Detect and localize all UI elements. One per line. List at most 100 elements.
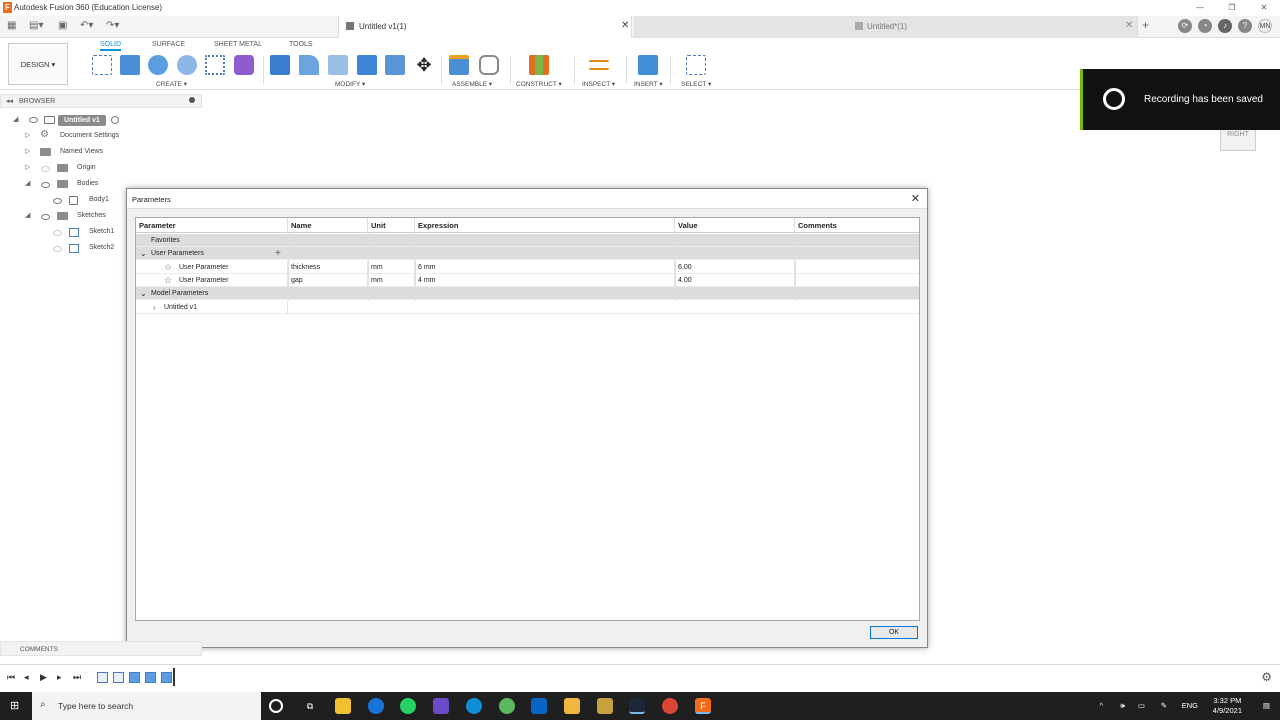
pen-icon[interactable]: ✎: [1161, 701, 1167, 710]
combine-icon[interactable]: [357, 55, 377, 75]
skype-icon[interactable]: [368, 698, 384, 714]
star-icon[interactable]: ☆: [164, 261, 172, 274]
task-view-icon[interactable]: ⧉: [302, 698, 318, 714]
timeline-marker[interactable]: [173, 668, 175, 686]
revolve-icon[interactable]: [148, 55, 168, 75]
volume-icon[interactable]: 🕪: [1120, 701, 1125, 711]
activate-icon[interactable]: [111, 116, 119, 124]
help-icon[interactable]: ?: [1238, 19, 1252, 33]
job-status-icon[interactable]: ◔: [1198, 19, 1212, 33]
browser-item-body1[interactable]: Body1: [89, 193, 109, 207]
minimize-button[interactable]: —: [1184, 0, 1216, 15]
column-header-name[interactable]: Name: [288, 218, 368, 233]
whatsapp-icon[interactable]: [400, 698, 416, 714]
fusion-360-taskbar-icon[interactable]: F: [695, 698, 711, 714]
save-icon[interactable]: ▣: [58, 20, 67, 31]
onenote-icon[interactable]: [597, 698, 613, 714]
table-row[interactable]: › Untitled v1: [136, 301, 919, 314]
dialog-title-bar[interactable]: Parameters ✕: [127, 189, 927, 209]
expand-icon[interactable]: ▷: [25, 131, 30, 139]
construct-menu[interactable]: CONSTRUCT ▾: [516, 80, 562, 88]
parameter-unit[interactable]: mm: [371, 261, 415, 274]
expand-icon[interactable]: ◢: [13, 115, 18, 123]
column-header-comments[interactable]: Comments: [795, 218, 919, 233]
press-pull-icon[interactable]: [270, 55, 290, 75]
go-to-start-icon[interactable]: ⏮: [7, 672, 15, 683]
model-parameters-row[interactable]: ⌄ Model Parameters: [136, 287, 919, 300]
visibility-icon[interactable]: [29, 117, 38, 123]
tab-untitled-v1[interactable]: Untitled v1(1) ✕: [338, 16, 632, 38]
browser-root-item[interactable]: Untitled v1: [58, 115, 106, 126]
parameter-name[interactable]: thickness: [291, 261, 368, 274]
timeline-sketch-icon[interactable]: [113, 672, 124, 683]
expand-icon[interactable]: ◢: [25, 179, 30, 187]
visual-studio-icon[interactable]: [433, 698, 449, 714]
star-icon[interactable]: ☆: [164, 274, 172, 287]
ok-button[interactable]: OK: [870, 626, 918, 639]
file-explorer-icon[interactable]: [564, 698, 580, 714]
inspect-menu[interactable]: INSPECT ▾: [582, 80, 615, 88]
expand-icon[interactable]: ◢: [25, 211, 30, 219]
undo-icon[interactable]: ↶▾: [80, 20, 93, 31]
browser-item-document-settings[interactable]: Document Settings: [60, 129, 119, 143]
cortana-icon[interactable]: [269, 699, 283, 713]
expand-icon[interactable]: ▷: [25, 163, 30, 171]
timeline-extrude-icon[interactable]: [129, 672, 140, 683]
user-avatar[interactable]: MN: [1258, 19, 1272, 33]
visibility-icon[interactable]: [41, 214, 50, 220]
window-select-icon[interactable]: [686, 55, 706, 75]
expand-icon[interactable]: ▷: [25, 147, 30, 155]
browser-item-bodies[interactable]: Bodies: [77, 177, 98, 191]
language-indicator[interactable]: ENG: [1182, 701, 1198, 710]
store-icon[interactable]: [335, 698, 351, 714]
extensions-icon[interactable]: ⟳: [1178, 19, 1192, 33]
steam-icon[interactable]: [629, 698, 645, 714]
visibility-icon[interactable]: [53, 230, 62, 236]
app-grid-icon[interactable]: ▦: [7, 20, 16, 31]
go-to-end-icon[interactable]: ⏭: [73, 672, 81, 683]
parameter-unit[interactable]: mm: [371, 274, 415, 287]
xbox-icon[interactable]: [499, 698, 515, 714]
measure-icon[interactable]: [589, 60, 609, 70]
fillet-icon[interactable]: [299, 55, 319, 75]
network-icon[interactable]: ▭: [1138, 701, 1145, 710]
modify-menu[interactable]: MODIFY ▾: [335, 80, 365, 88]
close-tab-icon[interactable]: ✕: [1125, 20, 1133, 31]
visibility-icon[interactable]: [53, 198, 62, 204]
split-body-icon[interactable]: [385, 55, 405, 75]
timeline-extrude-icon[interactable]: [161, 672, 172, 683]
assemble-menu[interactable]: ASSEMBLE ▾: [452, 80, 492, 88]
create-form-icon[interactable]: [234, 55, 254, 75]
table-row[interactable]: ☆ User Parameter thickness mm 6 mm 6.00: [136, 261, 919, 274]
column-header-parameter[interactable]: Parameter: [136, 218, 288, 233]
column-header-expression[interactable]: Expression: [415, 218, 675, 233]
windows-start-icon[interactable]: ⊞: [10, 700, 22, 712]
timeline-sketch-icon[interactable]: [97, 672, 108, 683]
create-sketch-icon[interactable]: [92, 55, 112, 75]
pattern-icon[interactable]: [205, 55, 225, 75]
browser-item-sketch1[interactable]: Sketch1: [89, 225, 114, 239]
browser-item-named-views[interactable]: Named Views: [60, 145, 103, 159]
redo-icon[interactable]: ↷▾: [106, 20, 119, 31]
chevron-right-icon[interactable]: ›: [153, 301, 156, 314]
offset-plane-icon[interactable]: [529, 55, 549, 75]
mail-icon[interactable]: [531, 698, 547, 714]
insert-menu[interactable]: INSERT ▾: [634, 80, 663, 88]
favorites-row[interactable]: Favorites: [136, 234, 919, 247]
insert-image-icon[interactable]: [638, 55, 658, 75]
close-window-button[interactable]: ✕: [1248, 0, 1280, 15]
joint-icon[interactable]: [479, 55, 499, 75]
chevron-down-icon[interactable]: ⌄: [140, 287, 147, 300]
workspace-switcher-button[interactable]: DESIGN ▾: [8, 43, 68, 85]
browser-item-sketch2[interactable]: Sketch2: [89, 241, 114, 255]
restore-button[interactable]: ❐: [1216, 0, 1248, 15]
move-icon[interactable]: ✥: [414, 55, 434, 75]
parameter-expression[interactable]: 4 mm: [418, 274, 675, 287]
new-tab-button[interactable]: +: [1142, 18, 1149, 32]
parameter-name[interactable]: gap: [291, 274, 368, 287]
select-menu[interactable]: SELECT ▾: [681, 80, 711, 88]
play-icon[interactable]: ▶: [40, 672, 47, 683]
new-component-icon[interactable]: [449, 55, 469, 75]
table-row[interactable]: ☆ User Parameter gap mm 4 mm 4.00: [136, 274, 919, 287]
comments-panel[interactable]: COMMENTS: [0, 641, 202, 656]
